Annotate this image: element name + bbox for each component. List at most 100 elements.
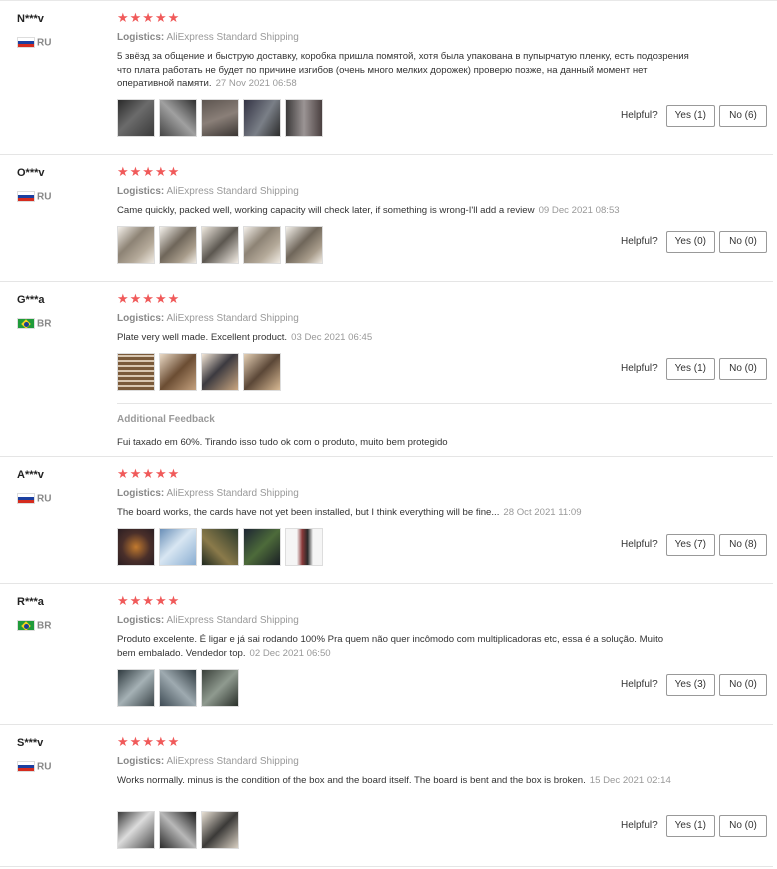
reviewer-country: RU [17,490,52,505]
review-date: 02 Dec 2021 06:50 [249,647,331,659]
helpful-yes-button[interactable]: Yes (1) [665,358,715,380]
helpful-yes-button[interactable]: Yes (1) [665,105,715,127]
reviewer-info: O***v RU [17,166,51,203]
helpful-yes-button[interactable]: Yes (7) [665,534,715,556]
review-text: Plate very well made. Excellent product.… [117,331,697,345]
reviewer-country: BR [17,617,52,632]
review-photos [117,669,243,708]
review-content: ★★★★★ Logistics: AliExpress Standard Shi… [117,735,757,788]
helpful-votes: Helpful? Yes (1) No (6) [621,105,767,127]
review-item: S***v RU ★★★★★ Logistics: AliExpress Sta… [0,725,777,867]
review-photo-thumbnail[interactable] [285,99,323,137]
review-content: ★★★★★ Logistics: AliExpress Standard Shi… [117,292,757,345]
review-photo-thumbnail[interactable] [201,528,239,566]
star-rating: ★★★★★ [117,164,181,179]
star-rating: ★★★★★ [117,734,181,749]
review-photo-thumbnail[interactable] [243,99,281,137]
review-photo-thumbnail[interactable] [117,669,155,707]
brazil-flag-icon [17,620,35,632]
helpful-no-button[interactable]: No (6) [719,105,767,127]
helpful-label: Helpful? [620,679,658,690]
review-photo-thumbnail[interactable] [117,528,155,566]
reviewer-name: R***a [17,596,44,608]
star-rating: ★★★★★ [117,593,181,608]
review-photo-thumbnail[interactable] [117,353,155,391]
star-rating: ★★★★★ [117,466,181,481]
review-photo-thumbnail[interactable] [285,528,323,566]
review-photos [117,528,327,567]
review-photo-thumbnail[interactable] [159,528,197,566]
logistics-label: Logistics: [117,615,165,626]
review-photo-thumbnail[interactable] [243,528,281,566]
helpful-no-button[interactable]: No (8) [719,534,767,556]
review-photo-thumbnail[interactable] [159,99,197,137]
country-code: BR [37,620,52,632]
reviewer-info: R***a BR [17,595,51,632]
review-body: Produto excelente. É ligar e já sai roda… [117,634,664,659]
review-photo-thumbnail[interactable] [117,811,155,849]
review-photo-thumbnail[interactable] [201,226,239,264]
logistics-info: Logistics: AliExpress Standard Shipping [117,312,757,325]
country-code: RU [37,191,52,203]
review-text: Works normally. minus is the condition o… [117,774,682,788]
helpful-yes-button[interactable]: Yes (0) [665,231,715,253]
helpful-label: Helpful? [620,110,658,121]
review-photo-thumbnail[interactable] [201,353,239,391]
shipping-method: AliExpress Standard Shipping [166,488,299,499]
reviewer-name: G***a [17,294,45,306]
helpful-no-button[interactable]: No (0) [719,358,767,380]
review-item: O***v RU ★★★★★ Logistics: AliExpress Sta… [0,155,777,282]
logistics-info: Logistics: AliExpress Standard Shipping [117,487,757,500]
brazil-flag-icon [17,318,35,330]
helpful-no-button[interactable]: No (0) [719,231,767,253]
review-photo-thumbnail[interactable] [159,669,197,707]
country-code: BR [37,318,52,330]
additional-feedback-title: Additional Feedback [117,414,215,425]
review-photo-thumbnail[interactable] [201,669,239,707]
review-content: ★★★★★ Logistics: AliExpress Standard Shi… [117,467,757,520]
review-photos [117,811,243,850]
review-photo-thumbnail[interactable] [159,353,197,391]
review-photo-thumbnail[interactable] [159,226,197,264]
review-photo-thumbnail[interactable] [243,226,281,264]
helpful-label: Helpful? [620,820,658,831]
review-photo-thumbnail[interactable] [201,811,239,849]
review-photo-thumbnail[interactable] [285,226,323,264]
review-date: 15 Dec 2021 02:14 [589,775,671,786]
review-photo-thumbnail[interactable] [159,811,197,849]
review-photo-thumbnail[interactable] [201,99,239,137]
review-photo-thumbnail[interactable] [117,226,155,264]
additional-feedback-divider [117,403,772,404]
helpful-votes: Helpful? Yes (0) No (0) [621,231,767,253]
reviewer-info: N***v RU [17,12,51,49]
country-code: RU [37,761,52,773]
review-content: ★★★★★ Logistics: AliExpress Standard Shi… [117,11,757,91]
helpful-yes-button[interactable]: Yes (1) [665,815,715,837]
star-rating: ★★★★★ [117,10,181,25]
review-photo-thumbnail[interactable] [117,99,155,137]
country-code: RU [37,493,52,505]
shipping-method: AliExpress Standard Shipping [166,615,299,626]
helpful-no-button[interactable]: No (0) [719,815,767,837]
review-date: 27 Nov 2021 06:58 [215,78,297,89]
shipping-method: AliExpress Standard Shipping [166,186,299,197]
helpful-label: Helpful? [620,363,658,374]
russia-flag-icon [17,493,35,505]
shipping-method: AliExpress Standard Shipping [166,756,299,767]
helpful-yes-button[interactable]: Yes (3) [665,674,715,696]
review-content: ★★★★★ Logistics: AliExpress Standard Shi… [117,594,757,660]
reviewer-name: S***v [17,737,44,749]
shipping-method: AliExpress Standard Shipping [166,313,299,324]
shipping-method: AliExpress Standard Shipping [166,32,299,43]
logistics-info: Logistics: AliExpress Standard Shipping [117,614,757,627]
helpful-votes: Helpful? Yes (3) No (0) [621,674,767,696]
review-photo-thumbnail[interactable] [243,353,281,391]
review-content: ★★★★★ Logistics: AliExpress Standard Shi… [117,165,757,218]
helpful-no-button[interactable]: No (0) [719,674,767,696]
review-photos [117,99,327,138]
logistics-info: Logistics: AliExpress Standard Shipping [117,185,757,198]
reviewer-country: RU [17,758,52,773]
review-body: The board works, the cards have not yet … [117,507,500,518]
review-body: Came quickly, packed well, working capac… [117,205,535,216]
review-body: Plate very well made. Excellent product. [117,332,288,343]
